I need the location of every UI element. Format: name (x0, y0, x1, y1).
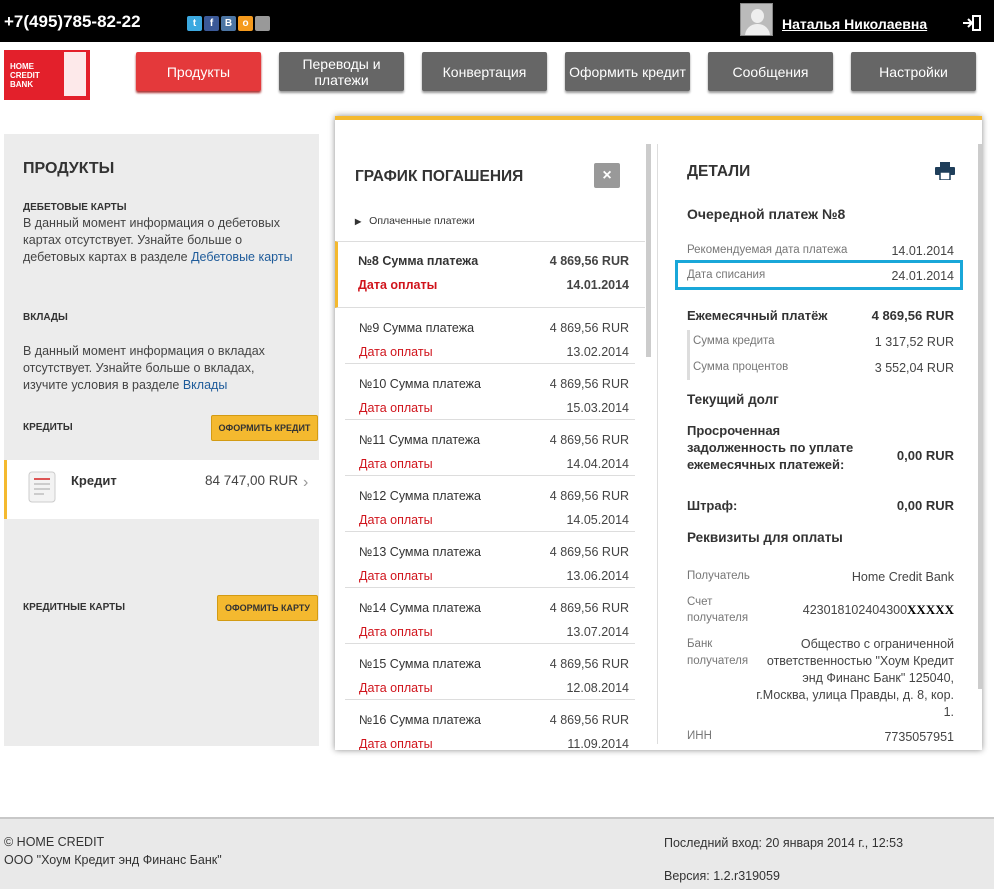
nav-conversion[interactable]: Конвертация (422, 52, 547, 91)
schedule-list: №8 Сумма платежа 4 869,56 RUR Дата оплаты… (335, 241, 645, 750)
logout-icon[interactable] (962, 15, 982, 31)
requisites-title: Реквизиты для оплаты (687, 530, 843, 545)
social-links: t f B o (187, 16, 270, 31)
schedule-row[interactable]: №12 Сумма платежа 4 869,56 RUR Дата оплат… (345, 476, 635, 532)
monthly-payment-label: Ежемесячный платёж (687, 308, 828, 323)
document-icon (28, 471, 56, 503)
debit-cards-heading: ДЕБЕТОВЫЕ КАРТЫ (23, 202, 127, 213)
footer-company: ООО "Хоум Кредит энд Финанс Банк" (4, 853, 222, 867)
nav-messages[interactable]: Сообщения (708, 52, 833, 91)
schedule-row[interactable]: №15 Сумма платежа 4 869,56 RUR Дата оплат… (345, 644, 635, 700)
payment-schedule-popup: ГРАФИК ПОГАШЕНИЯ × ▶ Оплаченные платежи №… (335, 116, 982, 750)
bank-value: Общество с ограниченной ответственностью… (756, 637, 954, 719)
nav-apply-credit[interactable]: Оформить кредит (565, 52, 690, 91)
nav-products[interactable]: Продукты (136, 52, 261, 91)
top-bar: +7(495)785-82-22 t f B o Наталья Николае… (0, 0, 994, 42)
next-payment-title: Очередной платеж №8 (687, 206, 846, 222)
account-label: Счет получателя (687, 596, 749, 624)
schedule-row[interactable]: №10 Сумма платежа 4 869,56 RUR Дата оплат… (345, 364, 635, 420)
credits-heading: КРЕДИТЫ (23, 422, 73, 433)
schedule-row[interactable]: №14 Сумма платежа 4 869,56 RUR Дата оплат… (345, 588, 635, 644)
nav-settings[interactable]: Настройки (851, 52, 976, 91)
panel-divider (657, 144, 658, 744)
current-debt-title: Текущий долг (687, 392, 779, 407)
credit-item-name: Кредит (71, 473, 117, 488)
vkontakte-icon[interactable]: B (221, 16, 236, 31)
recipient-label: Получатель (687, 570, 750, 582)
schedule-row[interactable]: №11 Сумма платежа 4 869,56 RUR Дата оплат… (345, 420, 635, 476)
bank-label: Банк получателя (687, 638, 749, 667)
recommended-date-label: Рекомендуемая дата платежа (687, 244, 848, 256)
footer: © HOME CREDIT ООО "Хоум Кредит энд Финан… (0, 817, 994, 889)
facebook-icon[interactable]: f (204, 16, 219, 31)
home-credit-logo[interactable]: HOME CREDIT BANK (4, 50, 90, 100)
debit-date-label: Дата списания (687, 269, 766, 281)
fine-value: 0,00 RUR (896, 498, 954, 513)
schedule-row[interactable]: №9 Сумма платежа 4 869,56 RUR Дата оплаты… (345, 308, 635, 364)
credit-cards-heading: КРЕДИТНЫЕ КАРТЫ (23, 602, 126, 613)
apply-credit-button[interactable]: ОФОРМИТЬ КРЕДИТ (211, 415, 318, 441)
deposits-heading: ВКЛАДЫ (23, 312, 68, 323)
monthly-payment-value: 4 869,56 RUR (871, 308, 954, 323)
account-value: 423018102404300XXXXX (802, 602, 954, 617)
sub-items-bar (687, 330, 690, 380)
version: Версия: 1.2.r319059 (664, 869, 780, 883)
overdue-value: 0,00 RUR (896, 448, 954, 463)
credit-sum-value: 1 317,52 RUR (874, 335, 954, 349)
apple-icon[interactable] (255, 16, 270, 31)
close-button[interactable]: × (594, 163, 620, 188)
deposits-link[interactable]: Вклады (183, 378, 227, 392)
schedule-row-active[interactable]: №8 Сумма платежа 4 869,56 RUR Дата оплаты… (335, 241, 645, 308)
print-icon[interactable] (935, 162, 955, 180)
user-name-link[interactable]: Наталья Николаевна (782, 16, 927, 32)
credit-item[interactable]: Кредит 84 747,00 RUR › (4, 460, 319, 519)
details-scrollbar[interactable] (978, 144, 982, 689)
debit-date-value: 24.01.2014 (891, 269, 954, 283)
paid-payments-toggle[interactable]: ▶ Оплаченные платежи (355, 215, 475, 227)
fine-label: Штраф: (687, 498, 738, 513)
overdue-label: Просроченная задолженность по уплате еже… (687, 423, 854, 472)
avatar[interactable] (740, 3, 773, 36)
twitter-icon[interactable]: t (187, 16, 202, 31)
inn-label: ИНН (687, 730, 712, 742)
deposits-text: В данный момент информация о вкладах отс… (23, 344, 265, 392)
odnoklassniki-icon[interactable]: o (238, 16, 253, 31)
debit-cards-text: В данный момент информация о дебетовых к… (23, 216, 293, 264)
chevron-right-icon: › (303, 474, 309, 491)
triangle-right-icon: ▶ (355, 217, 362, 226)
nav-transfers[interactable]: Переводы и платежи (279, 52, 404, 91)
schedule-title: ГРАФИК ПОГАШЕНИЯ (355, 168, 524, 185)
apply-card-button[interactable]: ОФОРМИТЬ КАРТУ (217, 595, 318, 621)
debit-cards-link[interactable]: Дебетовые карты (191, 250, 293, 264)
credit-item-amount: 84 747,00 RUR (205, 473, 299, 488)
inn-value: 7735057951 (884, 730, 954, 744)
footer-copyright: © HOME CREDIT (4, 835, 105, 849)
schedule-row[interactable]: №13 Сумма платежа 4 869,56 RUR Дата оплат… (345, 532, 635, 588)
phone-number: +7(495)785-82-22 (4, 12, 141, 31)
credit-sum-label: Сумма кредита (693, 335, 775, 347)
schedule-scrollbar[interactable] (646, 144, 651, 357)
details-title: ДЕТАЛИ (687, 163, 751, 180)
schedule-row[interactable]: №16 Сумма платежа 4 869,56 RUR Дата оплат… (345, 700, 635, 750)
last-login: Последний вход: 20 января 2014 г., 12:53 (664, 836, 904, 850)
recipient-value: Home Credit Bank (851, 570, 954, 584)
interest-label: Сумма процентов (693, 361, 789, 373)
products-panel: ПРОДУКТЫ ДЕБЕТОВЫЕ КАРТЫ В данный момент… (4, 134, 319, 746)
products-title: ПРОДУКТЫ (23, 160, 115, 177)
interest-value: 3 552,04 RUR (874, 361, 954, 375)
recommended-date-value: 14.01.2014 (891, 244, 954, 258)
